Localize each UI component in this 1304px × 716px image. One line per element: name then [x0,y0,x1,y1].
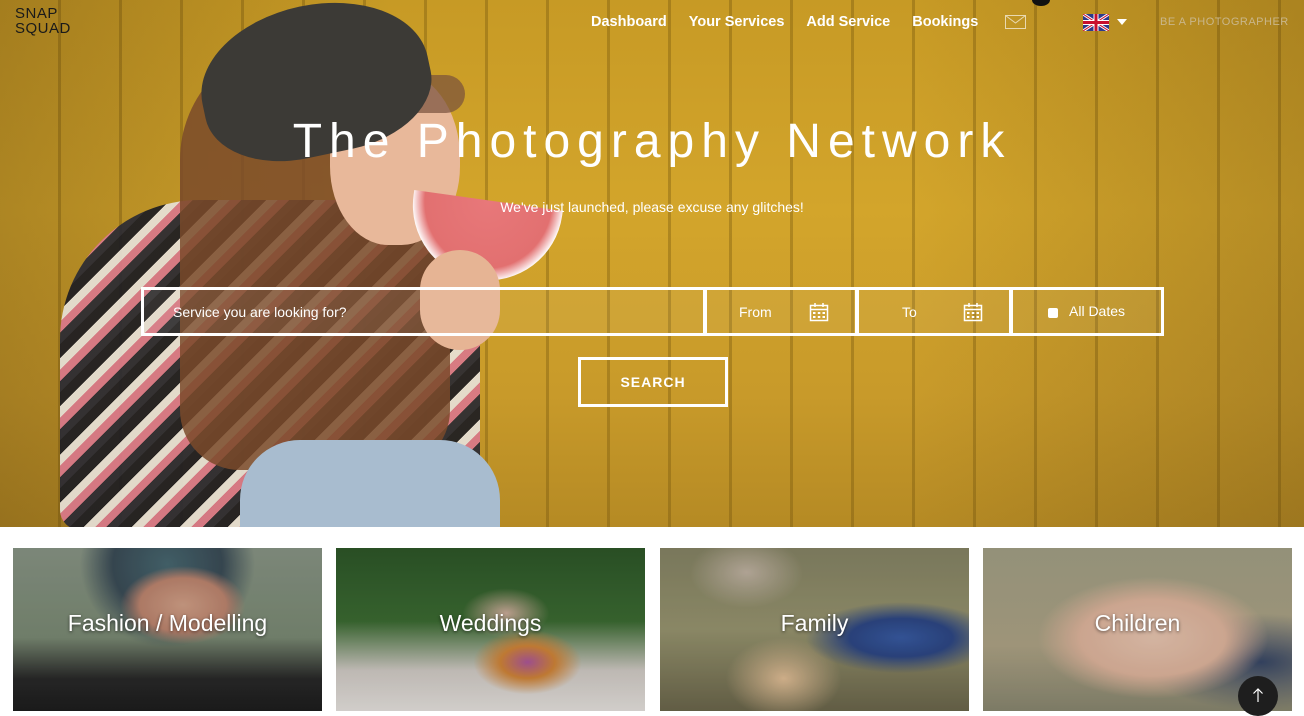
category-grid: Fashion / Modelling Weddings Family Chil… [0,527,1304,711]
to-date-label: To [902,304,917,320]
nav-your-services[interactable]: Your Services [689,14,785,30]
from-date-label: From [739,304,772,320]
all-dates-label: All Dates [1069,303,1126,319]
to-date-field[interactable]: To [856,287,1012,336]
notification-badge[interactable] [1032,0,1050,6]
service-search-field[interactable] [141,287,706,336]
category-label: Family [780,610,849,636]
hero-subtitle: We've just launched, please excuse any g… [500,199,804,215]
all-dates-checkbox[interactable] [1048,308,1058,318]
category-card-family[interactable]: Family [660,548,969,711]
nav-dashboard[interactable]: Dashboard [591,14,667,30]
main-nav: Dashboard Your Services Add Service Book… [591,14,1000,30]
calendar-icon[interactable] [809,302,829,322]
service-search-input[interactable] [144,290,703,333]
logo-line-snap: SNAP [15,5,58,22]
category-label: Children [1094,610,1181,636]
arrow-up-icon [1253,688,1263,702]
search-button[interactable]: SEARCH [578,357,728,407]
category-label: Weddings [439,610,542,636]
hero-photo-jeans [240,440,500,527]
be-a-photographer-link[interactable]: BE A PHOTOGRAPHER [1160,16,1289,28]
search-bar: From To All Dat [141,287,1164,336]
category-card-weddings[interactable]: Weddings [336,548,645,711]
from-date-field[interactable]: From [704,287,858,336]
language-dropdown-caret-icon[interactable] [1117,19,1127,25]
snapsquad-logo[interactable]: SNAP SQUAD [15,6,71,36]
hero-title: The Photography Network [292,115,1012,168]
uk-flag-icon[interactable] [1083,14,1109,31]
scroll-to-top-button[interactable] [1238,676,1278,716]
mail-icon[interactable] [1005,15,1026,29]
category-label: Fashion / Modelling [67,610,268,636]
calendar-icon[interactable] [963,302,983,322]
hero-banner [0,0,1304,527]
top-navbar: SNAP SQUAD Dashboard Your Services Add S… [0,0,1304,44]
nav-add-service[interactable]: Add Service [806,14,890,30]
category-card-fashion[interactable]: Fashion / Modelling [13,548,322,711]
all-dates-toggle[interactable]: All Dates [1010,287,1164,336]
nav-bookings[interactable]: Bookings [912,14,978,30]
logo-line-squad: SQUAD [15,20,71,37]
